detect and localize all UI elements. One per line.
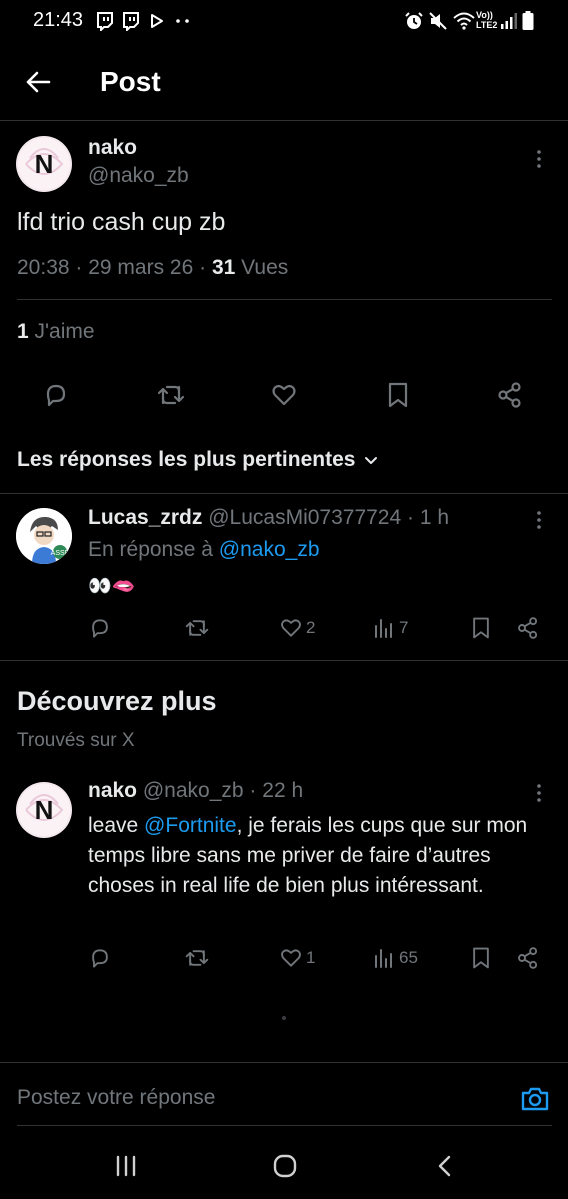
discover-subtitle: Trouvés sur X — [17, 730, 135, 751]
chevron-down-icon — [363, 452, 379, 468]
discover-like-icon — [279, 946, 303, 970]
home-icon[interactable] — [272, 1153, 298, 1179]
discover-like-count: 1 — [306, 948, 316, 967]
avatar[interactable]: N — [16, 136, 72, 192]
reply-views-count: 7 — [399, 618, 409, 637]
header: Post — [0, 44, 568, 120]
reply-avatar[interactable]: ASSE — [16, 508, 72, 564]
reply-icon[interactable] — [42, 381, 70, 409]
reply-header: Lucas_zrdz @LucasMi07377724 · 1 h — [88, 506, 450, 529]
discover-views-button[interactable]: 65 — [372, 946, 418, 970]
signal-icon — [500, 12, 518, 30]
discover-avatar[interactable]: N — [16, 782, 72, 838]
loading-dot — [282, 1016, 286, 1020]
reply-context: En réponse à @nako_zb — [88, 538, 320, 562]
reply-like-count: 2 — [306, 618, 316, 637]
discover-share-icon[interactable] — [516, 946, 540, 970]
wifi-icon — [452, 10, 476, 30]
composer-divider — [0, 1062, 568, 1063]
discover-post-text: leave @Fortnite, je ferais les cups que … — [88, 811, 548, 901]
like-icon[interactable] — [270, 381, 298, 409]
camera-icon[interactable] — [520, 1085, 550, 1113]
discover-repost-icon[interactable] — [184, 946, 210, 970]
system-nav-bar — [0, 1133, 568, 1199]
reply-author-name[interactable]: Lucas_zrdz — [88, 506, 202, 529]
discover-post-header: nako @nako_zb · 22 h — [88, 779, 304, 802]
post-date: 29 mars 26 — [88, 256, 194, 279]
post-text: lfd trio cash cup zb — [17, 208, 226, 236]
discover-bookmark-icon[interactable] — [469, 946, 493, 970]
header-divider — [0, 120, 568, 121]
discover-post-age: 22 h — [262, 779, 304, 802]
reply-share-icon[interactable] — [516, 616, 540, 640]
reply-reply-icon[interactable] — [88, 616, 112, 640]
post-views-label: Vues — [241, 256, 289, 279]
views-icon — [372, 616, 396, 640]
page-title: Post — [100, 66, 161, 97]
battery-icon — [522, 11, 534, 31]
play-store-icon — [150, 13, 164, 29]
reply-context-mention[interactable]: @nako_zb — [219, 538, 320, 561]
reply-views-button[interactable]: 7 — [372, 616, 408, 640]
post-views-count: 31 — [211, 256, 236, 279]
svg-text:N: N — [35, 149, 54, 179]
reply-age: 1 h — [419, 506, 450, 529]
post-likes-count: 1 — [17, 320, 29, 343]
svg-text:ASSE: ASSE — [51, 550, 70, 557]
reply-more-icon[interactable] — [531, 509, 547, 531]
post-likes-stat[interactable]: 1 J'aime — [17, 320, 95, 344]
discover-reply-icon[interactable] — [88, 946, 112, 970]
post-meta: 20:38 · 29 mars 26 · 31 Vues — [17, 256, 289, 279]
status-bar: 21:43 Vo)) LTE2 — [0, 0, 568, 44]
discover-like-button[interactable]: 1 — [279, 946, 315, 970]
reply-like-icon — [279, 616, 303, 640]
status-time: 21:43 — [33, 9, 84, 31]
discover-mention[interactable]: @Fortnite — [144, 814, 237, 837]
discover-author-name[interactable]: nako — [88, 779, 137, 802]
post-author-name[interactable]: nako — [88, 136, 137, 160]
reply-text: 👀🫦 — [88, 576, 136, 597]
share-icon[interactable] — [496, 381, 524, 409]
discover-text-prefix: leave — [88, 814, 145, 837]
bookmark-icon[interactable] — [384, 381, 412, 409]
discover-title: Découvrez plus — [17, 686, 217, 716]
post-likes-label: J'aime — [34, 320, 95, 343]
recent-apps-icon[interactable] — [114, 1155, 138, 1177]
reply-like-button[interactable]: 2 — [279, 616, 315, 640]
reply-composer-input[interactable]: Postez votre réponse — [17, 1086, 215, 1110]
back-arrow-icon[interactable] — [24, 68, 52, 96]
discover-more-icon[interactable] — [531, 782, 547, 804]
discover-author-handle[interactable]: @nako_zb — [143, 779, 244, 802]
more-notifications-icon — [176, 19, 190, 23]
sort-divider — [0, 493, 568, 494]
reply-context-prefix: En réponse à — [88, 538, 213, 561]
mute-icon — [428, 11, 448, 31]
discover-views-icon — [372, 946, 396, 970]
post-meta-divider — [17, 299, 552, 300]
repost-icon[interactable] — [156, 381, 186, 409]
reply-repost-icon[interactable] — [184, 616, 210, 640]
twitch-icon — [95, 11, 115, 31]
svg-text:N: N — [35, 795, 54, 825]
reply-bookmark-icon[interactable] — [469, 616, 493, 640]
post-time: 20:38 — [17, 256, 70, 279]
twitch-icon-2 — [121, 11, 141, 31]
composer-underline — [17, 1125, 552, 1126]
alarm-icon — [404, 11, 424, 31]
discover-views-count: 65 — [399, 948, 418, 967]
network-label: Vo)) LTE2 — [476, 10, 498, 30]
post-author-handle[interactable]: @nako_zb — [88, 164, 189, 188]
post-more-icon[interactable] — [531, 148, 547, 170]
system-back-icon[interactable] — [436, 1154, 454, 1178]
replies-sort-label: Les réponses les plus pertinentes — [17, 448, 356, 471]
reply-author-handle[interactable]: @LucasMi07377724 — [208, 506, 401, 529]
reply-divider — [0, 660, 568, 661]
replies-sort-button[interactable]: Les réponses les plus pertinentes — [17, 448, 379, 472]
